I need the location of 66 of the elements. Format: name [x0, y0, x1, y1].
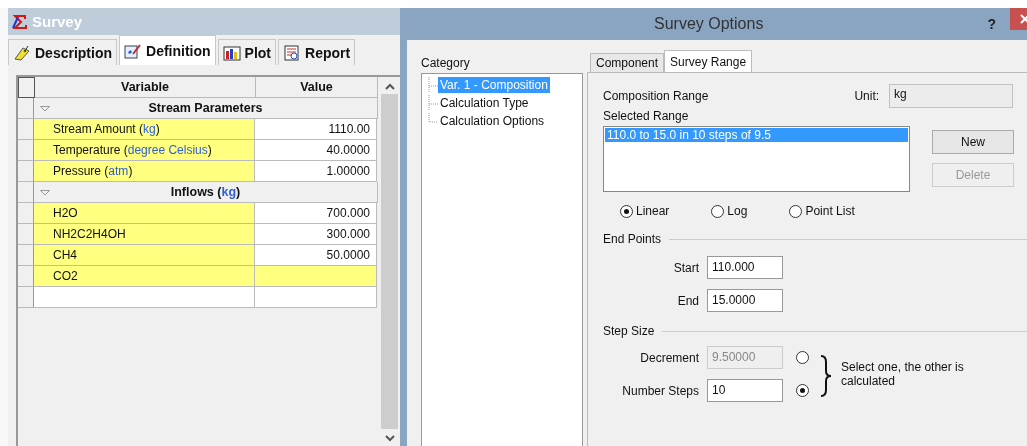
tab[interactable]: Survey Range — [664, 50, 753, 72]
table-cell: Pressure (atm) — [34, 161, 255, 182]
field-label: End — [676, 293, 700, 308]
table-cell: Stream Amount (kg) — [34, 119, 255, 140]
table-cell[interactable]: 40.0000 — [255, 140, 377, 161]
table-cell: CH4 — [34, 245, 255, 266]
table-cell[interactable]: 1.00000 — [255, 161, 377, 182]
window-title: Survey — [32, 13, 83, 30]
radio-label[interactable]: Log — [727, 204, 748, 218]
tree-line-icon — [428, 77, 438, 93]
group-label: Stream Parameters — [148, 101, 263, 115]
radio-button[interactable] — [620, 204, 633, 218]
table-cell: Temperature (degree Celsius) — [34, 140, 255, 161]
radio-label[interactable]: Point List — [805, 204, 855, 218]
bar-chart-icon — [222, 44, 241, 61]
group-header[interactable]: Stream Parameters — [34, 98, 378, 119]
tab[interactable]: Definition — [119, 35, 216, 65]
field-label: Unit: — [854, 89, 880, 103]
scroll-down-icon[interactable] — [384, 435, 395, 442]
group-header[interactable]: Inflows (kg) — [34, 182, 378, 203]
group-title: End Points — [603, 232, 662, 246]
end-field[interactable]: 15.0000 — [707, 289, 783, 312]
tree-item[interactable]: Calculation Type — [438, 95, 531, 111]
close-icon[interactable] — [1020, 14, 1027, 24]
input-field[interactable]: 10 — [707, 379, 783, 402]
category-label: Category — [421, 56, 471, 70]
scroll-up-icon[interactable] — [384, 83, 395, 90]
action-button[interactable]: New — [932, 130, 1014, 154]
notepad-icon — [124, 42, 142, 59]
table-cell: CO2 — [34, 266, 255, 287]
group-label: Inflows (kg) — [170, 185, 241, 199]
field-label: Decrement — [639, 350, 700, 365]
brace-icon — [819, 354, 833, 398]
unit-field: kg — [889, 84, 1014, 108]
field-label: Number Steps — [621, 383, 700, 398]
collapse-icon[interactable] — [40, 190, 50, 196]
column-header: Value — [256, 77, 378, 98]
tab[interactable]: Report — [278, 39, 356, 65]
table-cell[interactable]: 300.000 — [255, 224, 377, 245]
hint-text: Select one, the other is calculated — [841, 361, 965, 389]
dialog-title: Survey Options — [653, 15, 765, 33]
table-cell[interactable]: 700.000 — [255, 203, 377, 224]
section-label: Composition Range — [603, 89, 709, 103]
radio-button[interactable] — [711, 204, 725, 218]
tab[interactable]: Description — [8, 39, 117, 65]
table-cell[interactable]: 1110.00 — [255, 119, 377, 140]
table-cell: NH2C2H4OH — [34, 224, 255, 245]
radio-label[interactable]: Linear — [636, 204, 670, 218]
radio-button[interactable] — [789, 204, 803, 218]
report-icon — [283, 44, 301, 61]
help-button[interactable]: ? — [987, 16, 996, 32]
column-header: Variable — [35, 77, 256, 98]
field-label: Selected Range — [603, 109, 690, 123]
radio-button[interactable] — [796, 384, 809, 397]
tree-item[interactable]: Calculation Options — [438, 113, 547, 129]
tab[interactable]: Component — [590, 53, 665, 72]
tree-line-icon — [428, 95, 438, 111]
tag-icon — [13, 44, 31, 61]
start-field[interactable]: 110.000 — [707, 256, 783, 279]
collapse-icon[interactable] — [40, 106, 50, 112]
sigma-icon — [12, 14, 28, 29]
group-title: Step Size — [603, 324, 655, 338]
tab[interactable]: Plot — [217, 39, 276, 65]
table-cell: H2O — [34, 203, 255, 224]
field-label: Start — [672, 260, 700, 275]
table-cell[interactable]: 50.0000 — [255, 245, 377, 266]
